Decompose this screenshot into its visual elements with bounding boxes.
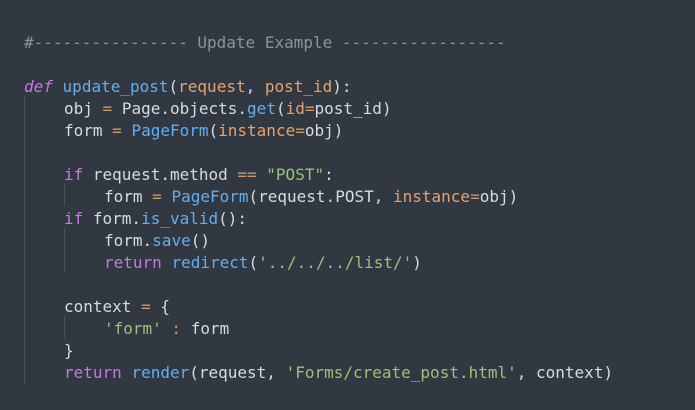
string-token: '../../../list/' [258, 253, 413, 272]
code-line-def: def update_post(request, post_id): [24, 77, 352, 96]
code-line-form-post: form = PageForm(request.POST, instance=o… [104, 187, 519, 206]
keyword-token: if [64, 165, 84, 184]
code-line-context-close: } [64, 341, 74, 360]
string-token: "POST" [256, 165, 325, 184]
keyword-token: if [64, 209, 84, 228]
code-line-return-render: return render(request, 'Forms/create_pos… [64, 363, 614, 382]
code-line-obj: obj = Page.objects.get(id=post_id) [64, 99, 392, 118]
code-line-return-redirect: return redirect('../../../list/') [104, 253, 422, 272]
parameter-token: post_id [264, 77, 333, 96]
code-line-if-post: if request.method == "POST": [64, 165, 334, 184]
keyword-token: return [64, 363, 122, 382]
code-line-context-item: 'form' : form [104, 319, 230, 338]
keyword-token: def [24, 77, 53, 96]
code-editor[interactable]: #---------------- Update Example -------… [0, 0, 695, 410]
string-token: 'form' [104, 319, 162, 338]
comment-token: #---------------- Update Example -------… [24, 33, 506, 52]
code-line-comment: #---------------- Update Example -------… [24, 32, 613, 54]
function-name-token: update_post [62, 77, 169, 96]
code-line-save: form.save() [104, 231, 210, 250]
keyword-token: return [104, 253, 162, 272]
code-line-context: context = { [64, 297, 170, 316]
string-token: 'Forms/create_post.html' [285, 363, 517, 382]
code-block: #---------------- Update Example -------… [24, 32, 613, 384]
code-line-if-valid: if form.is_valid(): [64, 209, 248, 228]
code-line-form: form = PageForm(instance=obj) [64, 121, 344, 140]
parameter-token: request [178, 77, 246, 96]
